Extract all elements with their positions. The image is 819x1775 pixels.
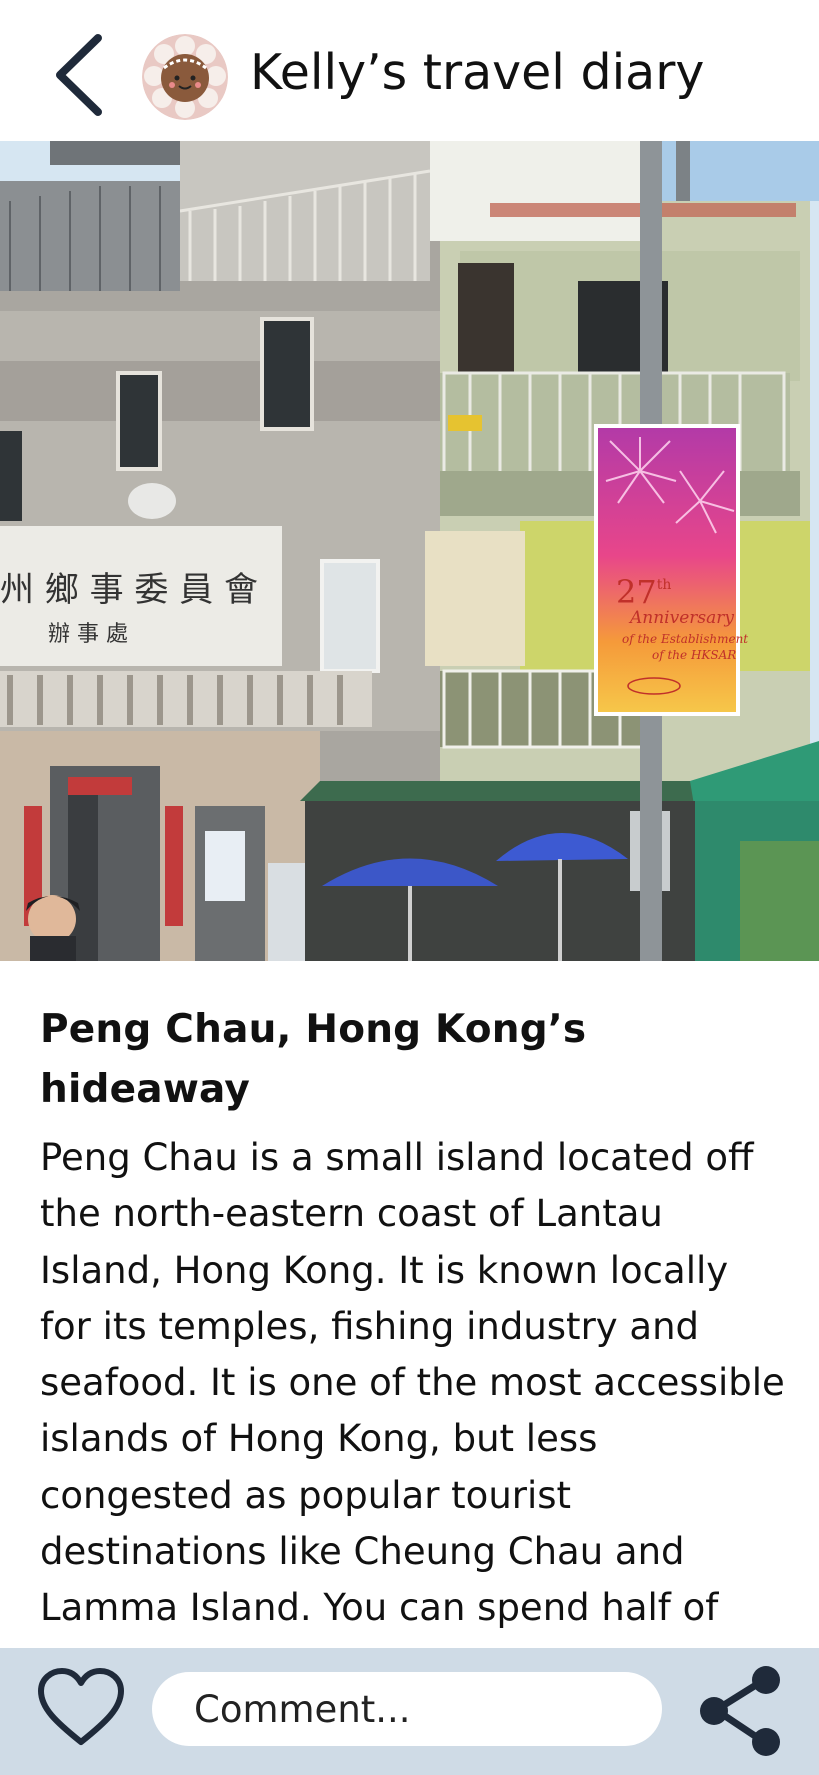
app-header: Kelly’s travel diary: [0, 0, 819, 141]
village-sign-subtext: 辦 事 處: [48, 622, 128, 647]
avatar[interactable]: [142, 34, 228, 120]
page-title: Kelly’s travel diary: [250, 44, 705, 101]
post-photo: 州 鄉 事 委 員 會 辦 事 處 27th Anniversary of th…: [0, 141, 819, 961]
village-sign-text: 州 鄉 事 委 員 會: [0, 570, 258, 610]
smiling-cookie-avatar: [142, 34, 228, 120]
post-article: Peng Chau, Hong Kong’s hideaway Peng Cha…: [40, 1000, 785, 1648]
banner-line-2: of the Establishment: [622, 632, 748, 646]
share-icon: [700, 1666, 780, 1756]
article-body: Peng Chau is a small island located off …: [40, 1136, 785, 1648]
heart-icon: [38, 1668, 124, 1745]
bottom-action-bar: [0, 1648, 819, 1775]
comment-input[interactable]: [152, 1672, 662, 1746]
like-button[interactable]: [36, 1666, 126, 1750]
banner-line-3: of the HKSAR: [652, 648, 736, 662]
share-button[interactable]: [696, 1662, 786, 1760]
chevron-left-icon: [56, 34, 102, 116]
article-title: Peng Chau, Hong Kong’s hideaway: [40, 1007, 587, 1112]
banner-line-1: Anniversary: [628, 608, 734, 628]
back-button[interactable]: [48, 30, 108, 120]
